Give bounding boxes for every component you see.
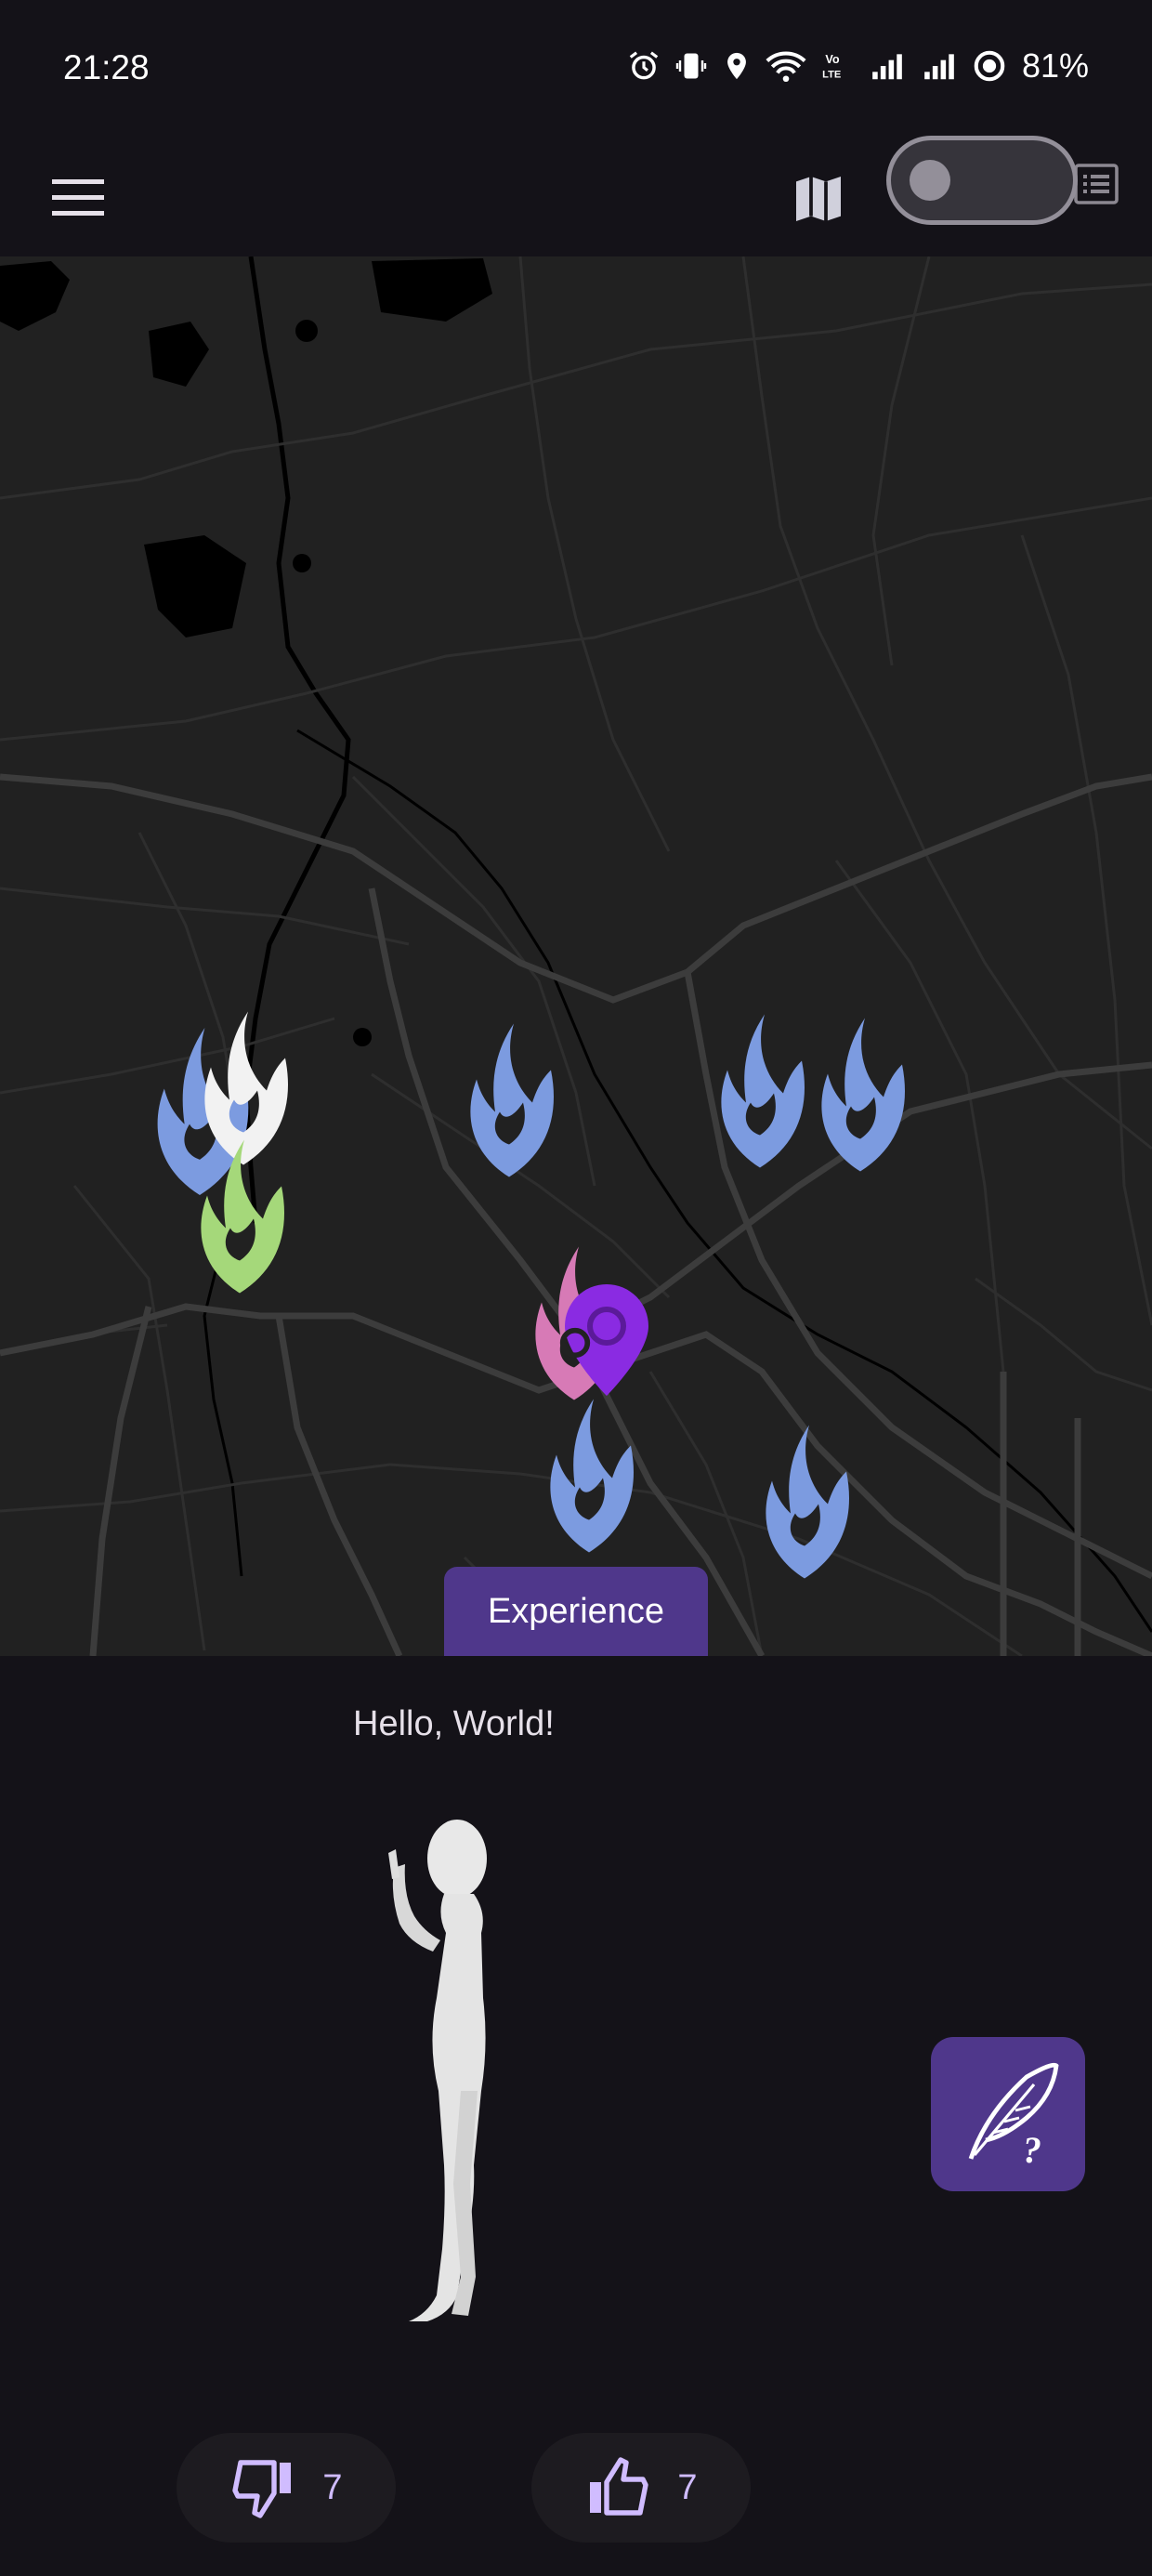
toggle-knob [910, 160, 950, 201]
3d-human-figure [388, 1820, 487, 2321]
status-icons: Vo LTE 81% [626, 45, 1089, 87]
location-icon [727, 52, 746, 80]
write-question-fab[interactable]: ? [931, 2037, 1085, 2191]
list-view-button[interactable] [1070, 158, 1122, 210]
signal-icon [924, 54, 954, 80]
hamburger-menu-icon [52, 179, 104, 216]
like-count: 7 [677, 2467, 698, 2507]
mode-toggle-switch[interactable] [886, 136, 1078, 225]
greeting-text: Hello, World! [353, 1704, 555, 1743]
svg-text:LTE: LTE [822, 70, 841, 81]
current-location-dot [559, 1327, 591, 1359]
battery-ring-icon [974, 50, 1005, 82]
volte-icon: Vo LTE [822, 53, 841, 81]
wifi-icon [766, 51, 806, 83]
like-button[interactable]: 7 [531, 2433, 751, 2543]
quill-question-icon: ? [968, 2062, 1059, 2170]
svg-text:Vo: Vo [825, 53, 840, 66]
alarm-icon [629, 51, 659, 80]
vibrate-icon [675, 53, 707, 79]
flame-marker[interactable] [193, 1137, 286, 1295]
flame-marker[interactable] [543, 1392, 635, 1559]
flame-marker[interactable] [758, 1418, 851, 1585]
map-view-button[interactable] [782, 163, 855, 235]
menu-button[interactable] [43, 163, 113, 233]
status-bar: 21:28 Vo LTE 81% [0, 0, 1152, 139]
thumbs-up-icon [590, 2457, 649, 2516]
svg-text:?: ? [1023, 2129, 1041, 2170]
dislike-button[interactable]: 7 [177, 2433, 396, 2543]
dislike-count: 7 [322, 2467, 343, 2507]
flame-marker[interactable] [713, 1007, 806, 1175]
list-view-icon [1074, 164, 1119, 204]
battery-percentage: 81% [1021, 46, 1089, 85]
map-view[interactable] [0, 256, 1152, 1656]
flame-marker[interactable] [463, 1017, 556, 1184]
flame-marker[interactable] [814, 1011, 907, 1178]
signal-icon [872, 54, 902, 80]
status-time: 21:28 [63, 48, 150, 86]
experience-tab[interactable]: Experience [444, 1567, 708, 1656]
map-icon [796, 177, 841, 221]
thumbs-down-icon [232, 2460, 292, 2518]
